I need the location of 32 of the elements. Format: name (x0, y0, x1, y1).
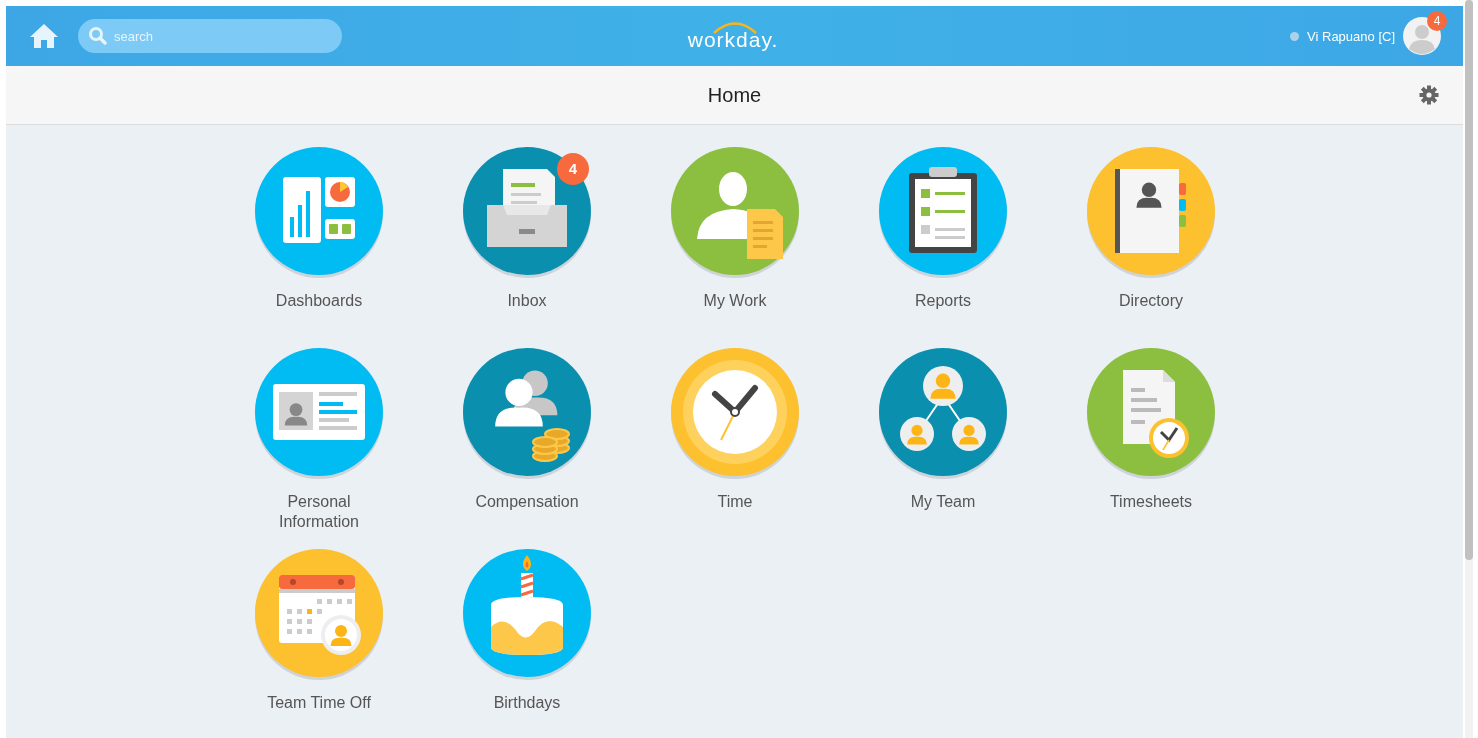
app-tile[interactable]: My Work (655, 147, 815, 311)
calendar-person-icon (255, 549, 383, 680)
app-tile[interactable]: Team Time Off (239, 549, 399, 713)
app-tile[interactable]: Time (655, 348, 815, 512)
address-book-icon (1087, 147, 1215, 278)
app-tile[interactable]: Personal Information (239, 348, 399, 532)
app-tile[interactable]: Dashboards (239, 147, 399, 311)
document-clock-icon (1087, 348, 1215, 479)
id-card-icon (255, 348, 383, 479)
status-dot (1290, 31, 1300, 41)
inbox-tray-icon (463, 147, 591, 278)
notification-badge: 4 (1427, 11, 1447, 31)
app-tile[interactable]: Compensation (447, 348, 607, 512)
count-badge: 4 (557, 153, 589, 185)
search-icon (88, 26, 108, 46)
app-tile[interactable]: Timesheets (1071, 348, 1231, 512)
person-document-icon (671, 147, 799, 278)
clipboard-icon (879, 147, 1007, 278)
app-tile[interactable]: My Team (863, 348, 1023, 512)
dashboard-icon (255, 147, 383, 278)
app-tile[interactable]: Directory (1071, 147, 1231, 311)
scrollbar[interactable] (1465, 0, 1473, 738)
cake-icon (463, 549, 591, 680)
team-hierarchy-icon (879, 348, 1007, 479)
app-tile[interactable]: Reports (863, 147, 1023, 311)
app-tile[interactable]: Birthdays (447, 549, 607, 713)
people-coins-icon (463, 348, 591, 479)
search-field[interactable]: search (78, 19, 342, 53)
page-title: Home (707, 83, 762, 107)
clock-icon (671, 348, 799, 479)
settings-icon[interactable] (1419, 85, 1439, 105)
app-tile[interactable]: Inbox 4 (447, 147, 607, 311)
